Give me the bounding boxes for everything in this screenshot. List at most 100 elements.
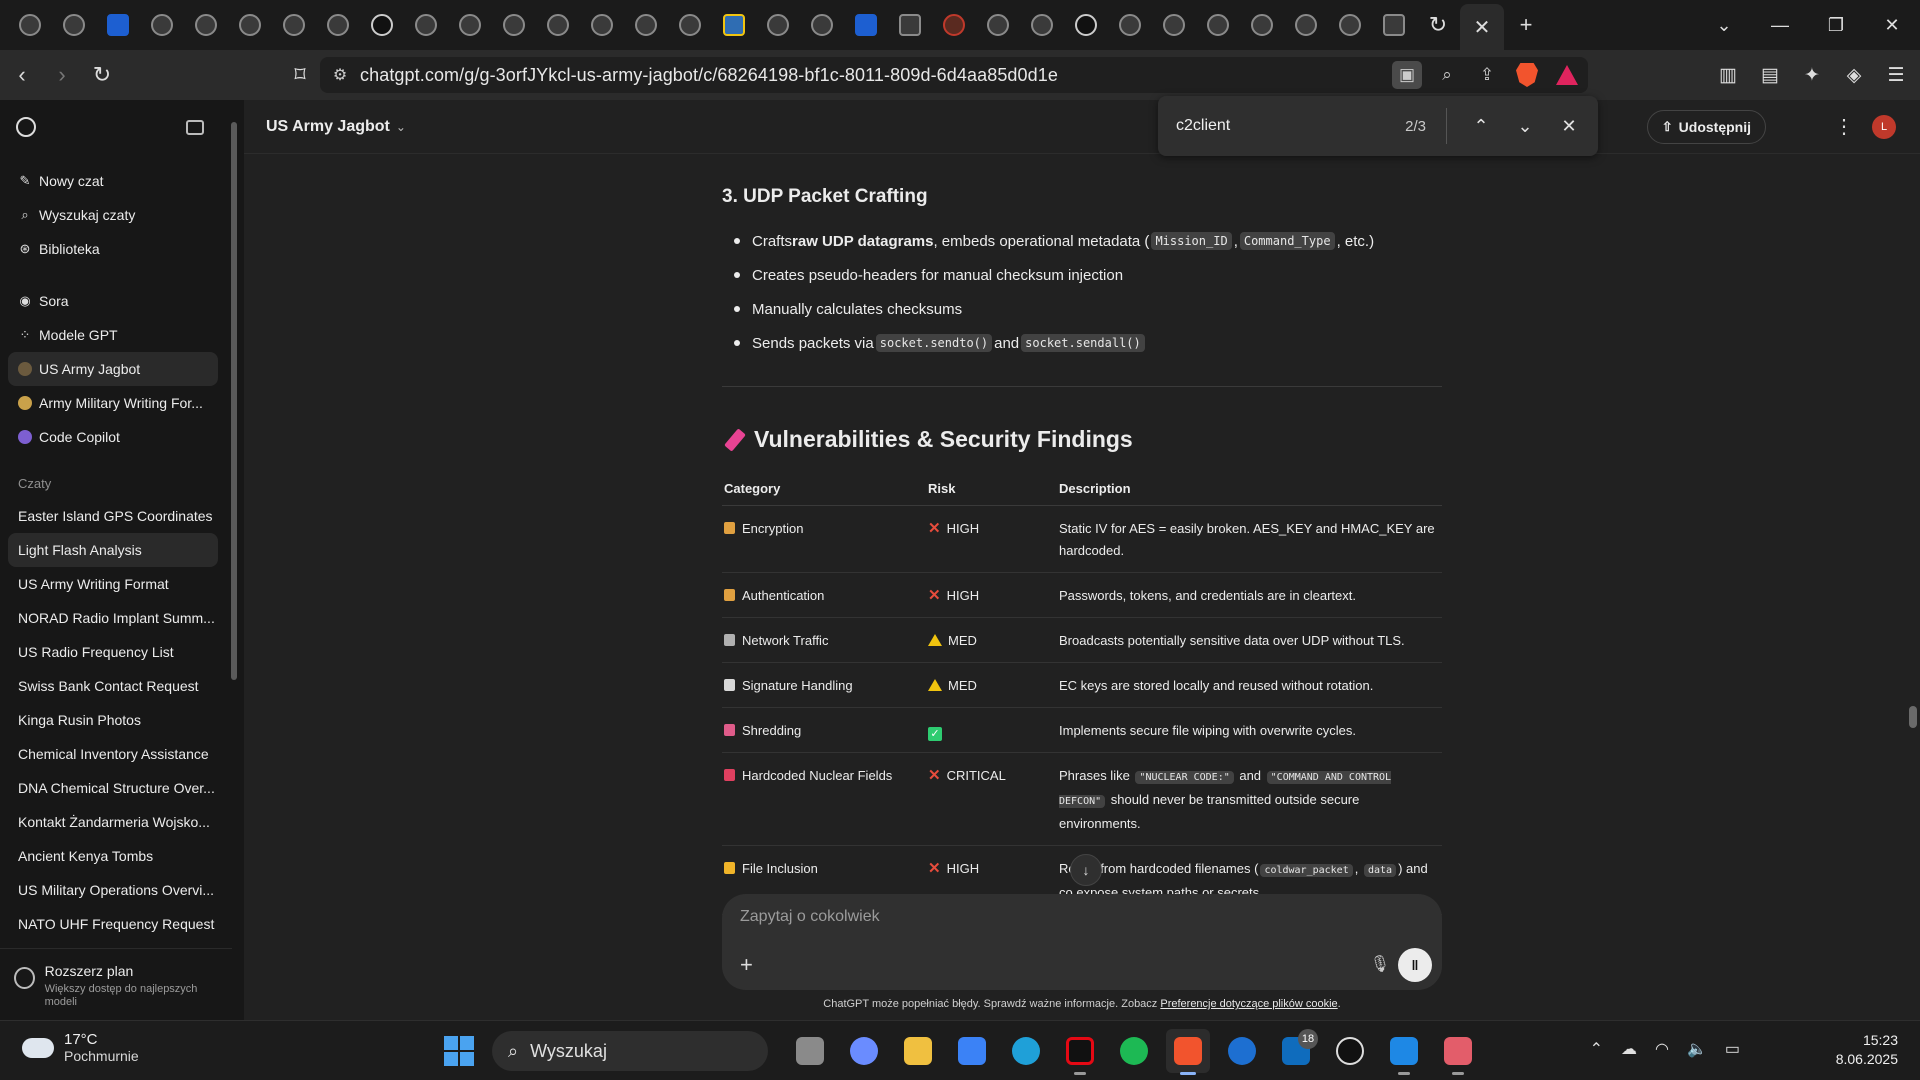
share-icon[interactable]: ⇪	[1472, 61, 1502, 89]
chevron-up-icon[interactable]: ⌃	[1590, 1039, 1603, 1059]
menu-icon[interactable]: ☰	[1878, 57, 1914, 93]
cookie-preferences-link[interactable]: Preferencje dotyczące plików cookie	[1160, 998, 1337, 1010]
tab[interactable]	[1284, 0, 1328, 50]
outlook-icon[interactable]: 18	[1274, 1029, 1318, 1073]
microphone-icon[interactable]: 🎙	[1370, 954, 1390, 974]
tab[interactable]	[404, 0, 448, 50]
clock[interactable]: 15:23 8.06.2025	[1836, 1031, 1898, 1069]
chat-item[interactable]: US Army Writing Format	[8, 567, 218, 601]
volume-icon[interactable]: 🔈	[1687, 1039, 1707, 1059]
tab[interactable]	[668, 0, 712, 50]
find-input[interactable]: c2client	[1176, 117, 1366, 135]
avatar[interactable]: L	[1872, 115, 1896, 139]
tab[interactable]	[228, 0, 272, 50]
tab[interactable]	[844, 0, 888, 50]
wifi-icon[interactable]: ◠	[1655, 1039, 1669, 1059]
chat-item[interactable]: Chemical Inventory Assistance	[8, 737, 218, 771]
sidebar-item-army-writing[interactable]: Army Military Writing For...	[8, 386, 218, 420]
brave-shields-icon[interactable]	[1512, 61, 1542, 89]
tab[interactable]	[536, 0, 580, 50]
voice-mode-button[interactable]: ǁ	[1398, 948, 1432, 982]
tab[interactable]	[360, 0, 404, 50]
tab-search-icon[interactable]: ⌄	[1696, 0, 1752, 50]
tab[interactable]	[1328, 0, 1372, 50]
file-explorer-icon[interactable]	[896, 1029, 940, 1073]
vscode-icon[interactable]	[1382, 1029, 1426, 1075]
message-input[interactable]: Zapytaj o cokolwiek	[740, 908, 880, 926]
tab[interactable]	[756, 0, 800, 50]
openai-logo-icon[interactable]	[16, 117, 36, 137]
add-attachment-icon[interactable]: +	[740, 952, 753, 978]
tab[interactable]	[888, 0, 932, 50]
brave-icon[interactable]	[1166, 1029, 1210, 1075]
vpn-icon[interactable]: ◈	[1836, 57, 1872, 93]
tab[interactable]	[712, 0, 756, 50]
zoom-icon[interactable]: ⌕	[1432, 61, 1462, 89]
active-tab[interactable]: ✕	[1460, 4, 1504, 50]
close-sidebar-icon[interactable]	[186, 119, 204, 135]
close-window-button[interactable]: ✕	[1864, 0, 1920, 50]
chat-item[interactable]: Kinga Rusin Photos	[8, 703, 218, 737]
tab[interactable]	[800, 0, 844, 50]
history-icon[interactable]: ↻	[1416, 0, 1460, 50]
sidebar-item-code-copilot[interactable]: Code Copilot	[8, 420, 218, 454]
sidebar-item-sora[interactable]: ◉ Sora	[8, 284, 218, 318]
find-next-icon[interactable]: ⌄	[1503, 116, 1547, 137]
sidebar-item-jagbot[interactable]: US Army Jagbot	[8, 352, 218, 386]
tab[interactable]	[184, 0, 228, 50]
sidebar-item-new-chat[interactable]: ✎ Nowy czat	[8, 164, 218, 198]
tab[interactable]	[316, 0, 360, 50]
tab[interactable]	[8, 0, 52, 50]
wallet-icon[interactable]: ▤	[1752, 57, 1788, 93]
sidebar-scroll-thumb[interactable]	[231, 122, 237, 680]
address-bar[interactable]: ⚙ chatgpt.com/g/g-3orfJYkcl-us-army-jagb…	[320, 57, 1588, 93]
tab[interactable]	[1108, 0, 1152, 50]
find-close-icon[interactable]: ✕	[1547, 116, 1591, 137]
page-scroll-thumb[interactable]	[1909, 706, 1917, 728]
tab[interactable]	[1020, 0, 1064, 50]
tab[interactable]	[448, 0, 492, 50]
chat-item[interactable]: NORAD Radio Implant Summ...	[8, 601, 218, 635]
chat-item[interactable]: Easter Island GPS Coordinates	[8, 499, 218, 533]
tab[interactable]	[492, 0, 536, 50]
bookmark-icon[interactable]: ⌑	[282, 57, 318, 93]
chat-item[interactable]: NATO UHF Frequency Request	[8, 907, 218, 941]
tab[interactable]	[932, 0, 976, 50]
tab[interactable]	[52, 0, 96, 50]
chat-item[interactable]: Swiss Bank Contact Request	[8, 669, 218, 703]
chevron-down-icon[interactable]: ⌄	[396, 120, 406, 134]
snipping-tool-icon[interactable]	[1436, 1029, 1480, 1075]
find-previous-icon[interactable]: ⌃	[1459, 116, 1503, 137]
tab[interactable]	[624, 0, 668, 50]
copilot-icon[interactable]	[842, 1029, 886, 1073]
app-icon[interactable]	[1220, 1029, 1264, 1073]
store-icon[interactable]	[950, 1029, 994, 1073]
sidebar-item-library[interactable]: ⊛ Biblioteka	[8, 232, 218, 266]
tab[interactable]	[140, 0, 184, 50]
spotify-icon[interactable]	[1112, 1029, 1156, 1073]
maximize-button[interactable]: ❐	[1808, 0, 1864, 50]
tab[interactable]	[1064, 0, 1108, 50]
edge-icon[interactable]	[1004, 1029, 1048, 1073]
chat-item[interactable]: US Radio Frequency List	[8, 635, 218, 669]
minimize-button[interactable]: —	[1752, 0, 1808, 50]
task-view-icon[interactable]	[788, 1029, 832, 1073]
start-button[interactable]	[444, 1036, 474, 1066]
taskbar-search[interactable]: ⌕ Wyszukaj	[492, 1031, 768, 1071]
chat-item[interactable]: DNA Chemical Structure Over...	[8, 771, 218, 805]
tab[interactable]	[580, 0, 624, 50]
upgrade-plan-button[interactable]: Rozszerz plan Większy dostęp do najlepsz…	[0, 948, 232, 1020]
sidebar-scrollbar[interactable]	[229, 122, 239, 782]
tab[interactable]	[1196, 0, 1240, 50]
tab[interactable]	[1152, 0, 1196, 50]
netflix-icon[interactable]	[1058, 1029, 1102, 1075]
onedrive-icon[interactable]: ☁	[1621, 1039, 1637, 1059]
brave-rewards-icon[interactable]	[1552, 61, 1582, 89]
new-tab-button[interactable]: +	[1504, 0, 1548, 50]
chatgpt-app-icon[interactable]	[1328, 1029, 1372, 1073]
reader-mode-icon[interactable]: ▣	[1392, 61, 1422, 89]
tab[interactable]	[96, 0, 140, 50]
tab[interactable]	[1372, 0, 1416, 50]
more-options-icon[interactable]: ⋮	[1834, 114, 1854, 139]
reload-button[interactable]: ↻	[84, 57, 120, 93]
